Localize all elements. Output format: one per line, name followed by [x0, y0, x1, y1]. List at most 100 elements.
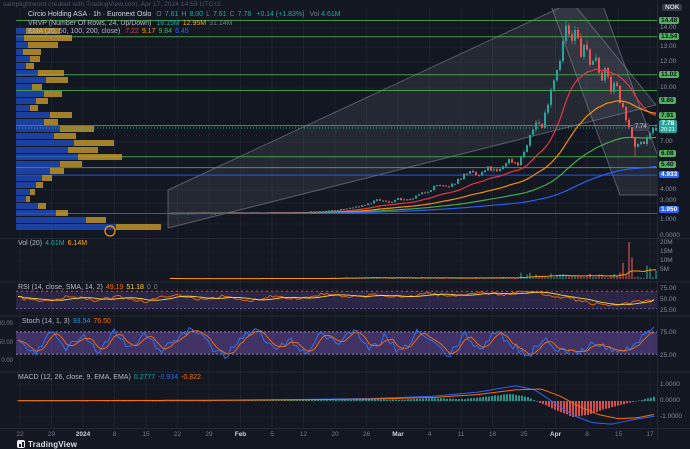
rsi-legend[interactable]: RSI (14, close, SMA, 14, 2)49.1951.1800: [18, 284, 158, 292]
rsi-values: 49.1951.1800: [103, 284, 158, 291]
legend-value: L: [206, 11, 210, 18]
legend-value: 0: [154, 284, 158, 291]
volume-profile[interactable]: [16, 28, 161, 230]
time-axis-label: 22: [16, 431, 23, 438]
rsi-pane[interactable]: [16, 291, 657, 309]
time-axis-label: 20: [331, 431, 338, 438]
time-axis-label: 4: [428, 431, 432, 438]
vol-label: Vol: [309, 11, 319, 18]
time-axis-label: 5: [270, 431, 274, 438]
price-axis-label: 4.933: [659, 171, 679, 178]
tradingview-logo-icon: [17, 440, 25, 448]
symbol-title[interactable]: Circio Holding ASA · 1h · Euronext Oslo: [28, 11, 151, 18]
price-axis-label: 10.00: [660, 84, 676, 91]
price-axis-label: 14.48: [659, 17, 679, 24]
price-axis-label: 25.00: [660, 352, 676, 359]
price-axis-label: 7.7820:21: [659, 120, 677, 133]
price-axis-label: 3.000: [660, 197, 676, 204]
vrvp-values: 18.15M 12.95M31.14M: [153, 20, 232, 27]
ema-label[interactable]: EMA (20, 50, 100, 200, close): [28, 28, 120, 35]
vrvp-legend-row[interactable]: VRVP (Number Of Rows, 24, Up/Down) 18.15…: [28, 20, 341, 28]
price-axis-label: 6.08: [659, 150, 676, 157]
volume-label[interactable]: Vol (20): [18, 240, 42, 247]
time-axis-label: 8: [585, 431, 589, 438]
time-axis-label: 22: [174, 431, 181, 438]
snapshot-watermark: samplightword created with TradingView.c…: [3, 1, 221, 8]
legend-value: 7.78: [238, 11, 252, 18]
time-axis-label: 18: [489, 431, 496, 438]
time-axis-label: 15: [142, 431, 149, 438]
currency-badge[interactable]: NOK: [662, 4, 682, 11]
axis-flag: 7.74: [633, 123, 649, 131]
price-axis-label: 5M: [660, 266, 669, 273]
legend-value: 12.95M: [183, 20, 206, 27]
time-axis-label: Mar: [392, 431, 404, 438]
tradingview-logo-text: TradingView: [28, 440, 77, 449]
main-symbol-legend[interactable]: Circio Holding ASA · 1h · Euronext Oslo …: [28, 11, 341, 37]
tradingview-logo[interactable]: TradingView: [17, 440, 77, 449]
stoch-label[interactable]: Stoch (14, 1, 3): [22, 318, 70, 325]
rsi-label[interactable]: RSI (14, close, SMA, 14, 2): [18, 284, 103, 291]
legend-value: 7.61: [213, 11, 227, 18]
price-axis-label: 25.00: [660, 307, 676, 314]
time-axis-label: 11: [458, 431, 465, 438]
time-axis-label: 15: [615, 431, 622, 438]
ema-legend-row[interactable]: EMA (20, 50, 100, 200, close) 7.229.179.…: [28, 28, 341, 36]
time-axis-label: Apr: [550, 431, 561, 438]
price-axis-label: 20M: [660, 239, 673, 246]
price-axis-label: 1.0000: [660, 381, 680, 388]
symbol-ohlc-row[interactable]: Circio Holding ASA · 1h · Euronext Oslo …: [28, 11, 341, 19]
legend-value: 4.61M: [45, 240, 64, 247]
ema-values: 7.229.179.846.45: [122, 28, 189, 35]
time-axis-label: 26: [363, 431, 370, 438]
legend-value: 7.61: [165, 11, 179, 18]
legend-value: O: [156, 11, 161, 18]
price-scale[interactable]: NOK 14.4814.0013.5413.0012.0011.0210.009…: [657, 0, 690, 440]
legend-value: 9.84: [158, 28, 172, 35]
legend-value: 0: [147, 284, 151, 291]
time-axis-label: 29: [205, 431, 212, 438]
price-axis-label: -1.0000: [660, 413, 682, 420]
time-axis-label: 8: [113, 431, 117, 438]
macd-label[interactable]: MACD (12, 26, close, 9, EMA, EMA): [18, 374, 131, 381]
legend-value: H: [181, 11, 186, 18]
legend-value: 49.19: [106, 284, 124, 291]
price-axis-label: 13.00: [660, 43, 676, 50]
legend-value: 93.54: [73, 318, 91, 325]
price-axis-label: 13.54: [659, 33, 679, 40]
price-axis-label: 7.91: [659, 112, 676, 119]
stoch-scale-label: 50.00: [0, 340, 13, 346]
legend-value: 31.14M: [209, 20, 232, 27]
price-axis-label: 5.40: [659, 161, 676, 168]
legend-value: 7.22: [125, 28, 139, 35]
time-axis-label: 29: [48, 431, 55, 438]
stoch-legend[interactable]: Stoch (14, 1, 3)93.5476.50: [22, 318, 111, 326]
vol-value: 4.61M: [321, 11, 340, 18]
price-axis-label: 1.950: [659, 206, 679, 213]
legend-value: 8.00: [189, 11, 203, 18]
price-axis-label: 14.00: [660, 24, 676, 31]
price-axis-label: 4.000: [660, 186, 676, 193]
macd-legend[interactable]: MACD (12, 26, close, 9, EMA, EMA)0.2777-…: [18, 374, 201, 382]
time-axis-label: Feb: [235, 431, 247, 438]
macd-pane[interactable]: [16, 386, 657, 424]
legend-value: -0.934: [158, 374, 178, 381]
price-axis-label: 1.000: [660, 216, 676, 223]
volume-legend[interactable]: Vol (20)4.61M6.14M: [18, 240, 87, 248]
legend-value: 6.45: [175, 28, 189, 35]
vrvp-label[interactable]: VRVP (Number Of Rows, 24, Up/Down): [28, 20, 151, 27]
legend-value: 0.2777: [134, 374, 155, 381]
price-axis-label: 7.00: [660, 138, 673, 145]
price-axis-label: 12.00: [660, 58, 676, 65]
stoch-left-scale[interactable]: 100.0050.000.00: [0, 0, 15, 440]
price-axis-label: 75.00: [660, 285, 676, 292]
stoch-pane[interactable]: [16, 327, 657, 359]
price-axis-label: 75.00: [660, 329, 676, 336]
legend-value: -0.822: [181, 374, 201, 381]
price-axis-label: 11.02: [659, 71, 679, 78]
price-axis-label: 10M: [660, 257, 673, 264]
volume-values: 4.61M6.14M: [42, 240, 87, 247]
legend-value: 18.15M: [156, 20, 179, 27]
stoch-scale-label: 100.00: [0, 321, 13, 327]
stoch-values: 93.5476.50: [70, 318, 111, 325]
